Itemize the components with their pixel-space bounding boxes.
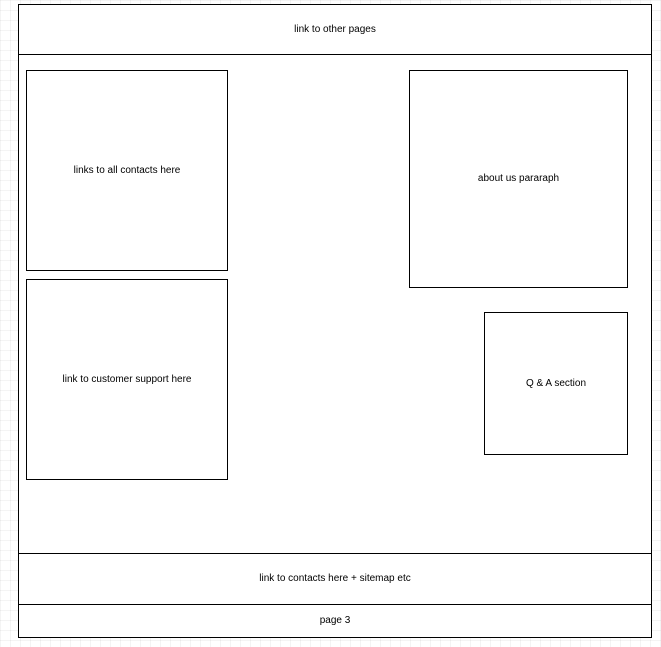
contacts-links-box: links to all contacts here (26, 70, 228, 271)
header-box: link to other pages (18, 4, 652, 55)
qa-section-box: Q & A section (484, 312, 628, 455)
footer-label: link to contacts here + sitemap etc (259, 573, 411, 584)
customer-support-box: link to customer support here (26, 279, 228, 480)
about-us-label: about us pararaph (477, 173, 560, 184)
page-number-box: page 3 (18, 604, 652, 638)
contacts-links-label: links to all contacts here (73, 164, 181, 176)
header-label: link to other pages (294, 23, 376, 35)
footer-box: link to contacts here + sitemap etc (18, 553, 652, 605)
qa-section-label: Q & A section (525, 377, 587, 389)
customer-support-label: link to customer support here (62, 373, 192, 385)
about-us-box: about us pararaph (409, 70, 628, 288)
page-number-label: page 3 (319, 615, 351, 626)
